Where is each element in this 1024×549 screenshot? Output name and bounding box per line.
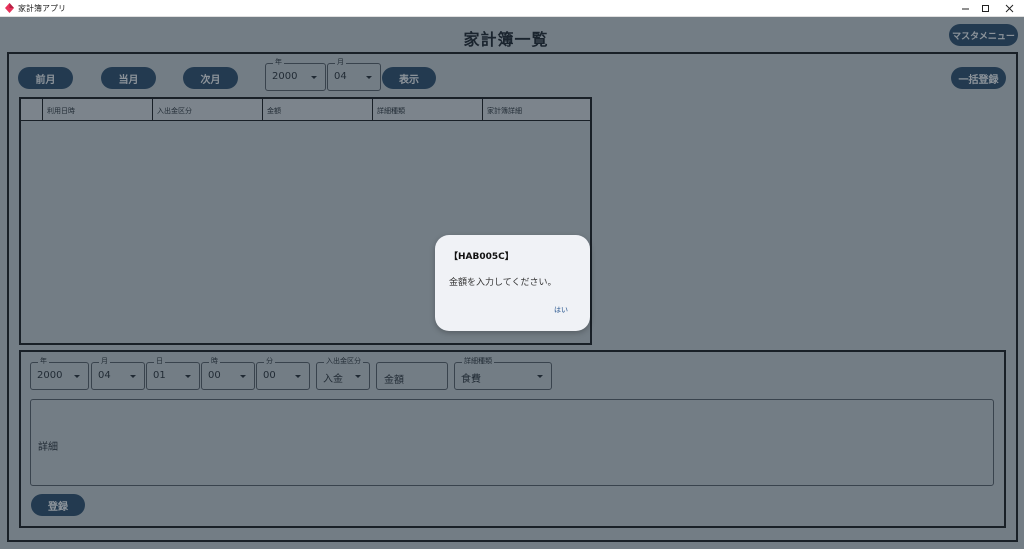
close-button[interactable] [997,0,1021,17]
window-titlebar: 家計簿アプリ [0,0,1024,17]
dialog-message: 金額を入力してください。 [449,278,557,288]
dialog-title: 【HAB005C】 [449,252,514,262]
dialog-ok-button[interactable]: はい [554,305,568,315]
maximize-icon [981,5,989,12]
minimize-icon [961,8,969,10]
maximize-button[interactable] [973,0,997,17]
window-title: 家計簿アプリ [18,4,66,13]
close-icon [1005,4,1013,13]
error-dialog: 【HAB005C】 金額を入力してください。 はい [435,235,590,331]
app-diamond-icon [5,3,14,13]
